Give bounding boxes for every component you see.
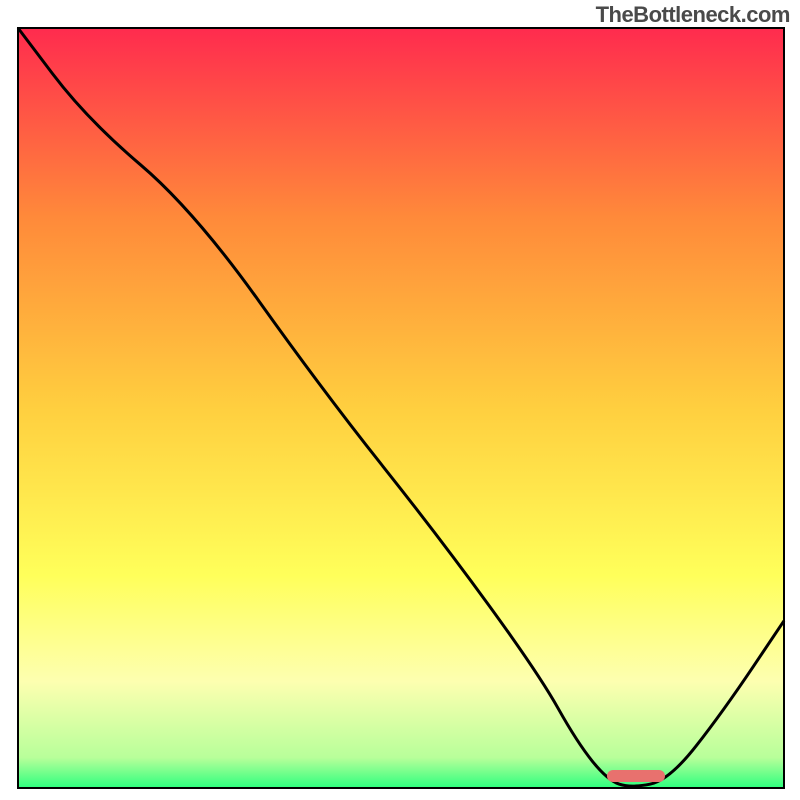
bottleneck-chart bbox=[0, 0, 800, 800]
chart-container: TheBottleneck.com bbox=[0, 0, 800, 800]
plot-background bbox=[18, 28, 784, 788]
optimal-marker bbox=[607, 770, 665, 782]
